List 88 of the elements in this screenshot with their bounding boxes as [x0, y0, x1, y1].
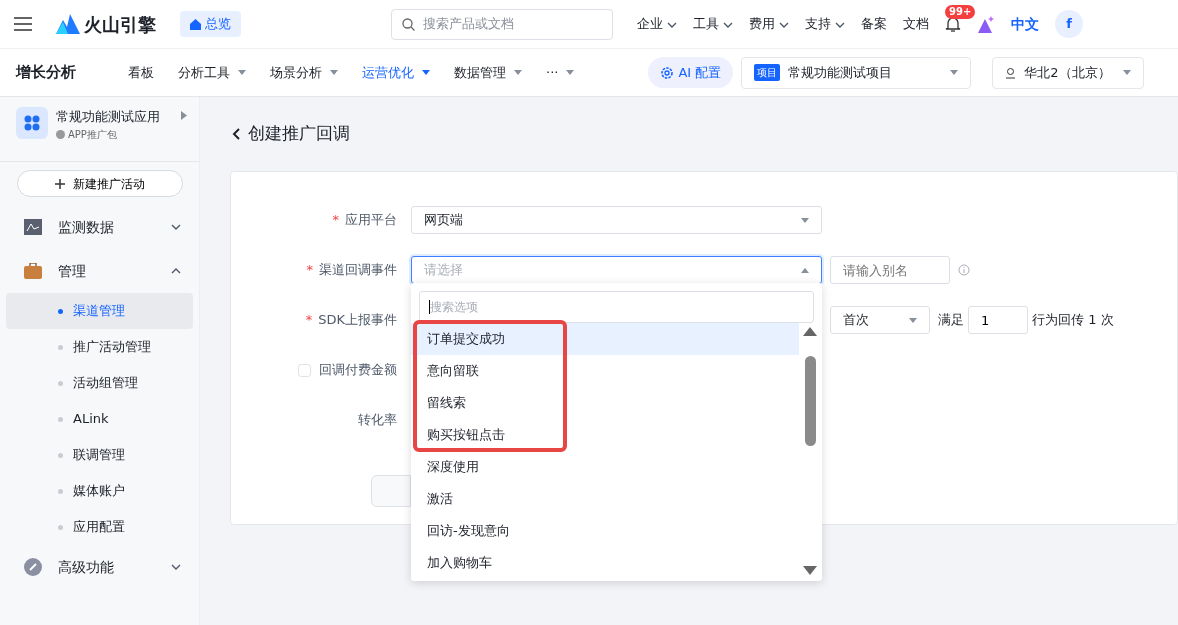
chevron-icon [723, 21, 733, 28]
chevron-icon [779, 21, 789, 28]
menu-icon[interactable] [14, 17, 32, 31]
caret-up-icon [801, 267, 809, 273]
caret-icon [801, 217, 809, 223]
project-select[interactable]: 项目 常规功能测试项目 [741, 56, 972, 89]
caret-right-icon[interactable] [181, 111, 187, 120]
scroll-up-icon[interactable] [803, 327, 817, 336]
chevron-icon [835, 21, 845, 28]
scrollbar-thumb[interactable] [804, 356, 816, 446]
dropdown-option[interactable]: 留线索 [411, 387, 799, 419]
location-icon [1005, 66, 1017, 79]
nav-tab[interactable]: 数据管理 [454, 62, 522, 83]
required-mark: * [306, 262, 313, 278]
platform-select[interactable]: 网页端 [411, 206, 822, 234]
dropdown-option[interactable]: 意向留联 [411, 355, 799, 387]
sidebar-group[interactable]: 高级功能 [0, 545, 199, 589]
region-select[interactable]: 华北2（北京） [992, 56, 1145, 89]
ai-config-button[interactable]: AI 配置 [648, 56, 734, 89]
alias-field[interactable]: 请输入别名 [830, 256, 950, 284]
field-label: 渠道回调事件 [319, 262, 397, 278]
field-label: SDK上报事件 [318, 312, 397, 328]
chevron-icon [171, 564, 181, 570]
satisfy-text: 满足 [938, 311, 964, 330]
nav-link[interactable]: 支持 [805, 14, 845, 34]
caret-icon [909, 317, 917, 323]
page-title: 创建推广回调 [248, 122, 350, 146]
chevron-icon [171, 268, 181, 274]
sidebar-group[interactable]: 监测数据 [0, 205, 199, 249]
dropdown-option[interactable]: 订单提交成功 [411, 323, 799, 355]
nav-tab[interactable]: ··· [546, 62, 575, 83]
caret-icon [950, 70, 959, 75]
sidebar-item[interactable]: 联调管理 [6, 437, 193, 473]
home-icon [190, 18, 201, 30]
chevron-icon [171, 224, 181, 230]
field-label: 应用平台 [345, 212, 397, 228]
dropdown-option[interactable]: 购买按钮点击 [411, 419, 799, 451]
briefcase-icon [24, 263, 42, 279]
logo-text: 火山引擎 [84, 12, 156, 37]
nav-tab[interactable]: 分析工具 [178, 62, 246, 83]
required-mark: * [305, 312, 313, 328]
bell-icon[interactable] [945, 16, 961, 34]
back-icon[interactable] [232, 128, 240, 140]
home-button[interactable]: 总览 [180, 11, 241, 37]
nav-link[interactable]: 文档 [903, 14, 929, 34]
sidebar-item[interactable]: 渠道管理 [6, 293, 193, 329]
nav-link[interactable]: 企业 [637, 14, 677, 34]
link-icon [24, 558, 42, 576]
nav-tab[interactable]: 看板 [128, 62, 154, 83]
language-menu[interactable]: 中文 [1011, 13, 1039, 35]
checkbox[interactable] [298, 363, 311, 377]
dropdown-option[interactable]: 深度使用 [411, 451, 799, 483]
scroll-down-icon[interactable] [803, 566, 817, 575]
nav-link[interactable]: 工具 [693, 14, 733, 34]
dropdown-option[interactable]: 加入购物车 [411, 547, 799, 579]
sidebar-item[interactable]: 媒体账户 [6, 473, 193, 509]
logo-icon [56, 14, 80, 34]
field-label: 转化率 [358, 412, 397, 428]
notification-badge: 99+ [945, 5, 976, 20]
app-name: 常规功能测试应用 [56, 108, 161, 126]
sidebar-item[interactable]: 活动组管理 [6, 365, 193, 401]
product-title: 增长分析 [16, 62, 76, 84]
sidebar-group[interactable]: 管理 [0, 249, 199, 293]
sidebar-item[interactable]: 应用配置 [6, 509, 193, 545]
nav-link[interactable]: 备案 [861, 14, 887, 34]
count-field[interactable]: 1 [968, 306, 1028, 334]
chart-icon [24, 219, 42, 235]
plus-icon [54, 179, 65, 189]
suffix-text: 行为回传 1 次 [1032, 311, 1114, 330]
avatar[interactable]: f [1055, 10, 1083, 38]
sidebar-item[interactable]: ALink [6, 401, 193, 437]
sidebar-item[interactable]: 推广活动管理 [6, 329, 193, 365]
new-campaign-button[interactable]: 新建推广活动 [16, 170, 183, 197]
frequency-select[interactable]: 首次 [830, 306, 930, 334]
chevron-icon [667, 21, 677, 28]
nav-tab[interactable]: 运营优化 [362, 62, 430, 83]
caret-icon [1123, 70, 1132, 75]
gear-icon [660, 65, 675, 80]
app-subtitle: APP推广包 [68, 127, 117, 142]
assistant-icon[interactable] [977, 15, 995, 33]
field-label: 回调付费金额 [319, 361, 397, 380]
dropdown-option[interactable]: 激活 [411, 483, 799, 515]
nav-link[interactable]: 费用 [749, 14, 789, 34]
nav-tab[interactable]: 场景分析 [270, 62, 338, 83]
app-icon [16, 107, 48, 139]
search-icon [402, 17, 415, 31]
dropdown-option[interactable]: 回访-发现意向 [411, 515, 799, 547]
required-mark: * [332, 212, 339, 228]
